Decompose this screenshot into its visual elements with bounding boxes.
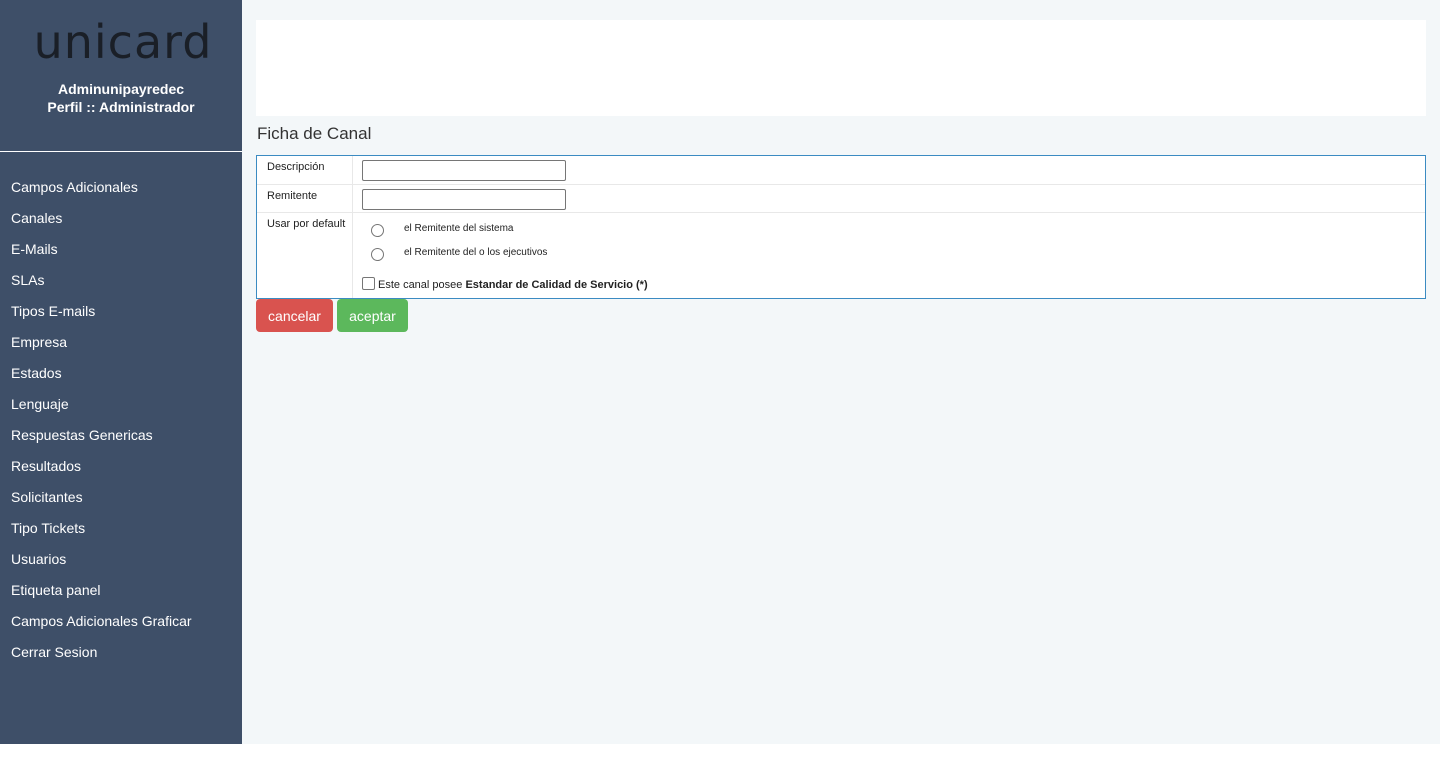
remitente-ejecutivos-label: el Remitente del o los ejecutivos — [404, 247, 548, 258]
header-banner — [256, 20, 1426, 116]
sidebar-item-campos-adicionales-graficar[interactable]: Campos Adicionales Graficar — [0, 606, 242, 637]
page-title: Ficha de Canal — [257, 124, 372, 143]
sidebar-item-tipo-tickets[interactable]: Tipo Tickets — [0, 513, 242, 544]
app-window: unicard Adminunipayredec Perfil :: Admin… — [0, 0, 1440, 744]
sidebar-item-usuarios[interactable]: Usuarios — [0, 544, 242, 575]
remitente-sistema-radio[interactable] — [371, 224, 384, 237]
remitente-sistema-label: el Remitente del sistema — [404, 223, 514, 234]
sidebar-item-solicitantes[interactable]: Solicitantes — [0, 482, 242, 513]
sidebar-item-lenguaje[interactable]: Lenguaje — [0, 389, 242, 420]
sla-label-prefix: Este canal posee — [378, 279, 466, 291]
sidebar-menu: Campos Adicionales Canales E-Mails SLAs … — [0, 172, 242, 668]
sla-checkbox[interactable] — [362, 277, 375, 290]
sidebar-item-resultados[interactable]: Resultados — [0, 451, 242, 482]
user-name: Adminunipayredec — [57, 81, 185, 97]
sidebar-item-etiqueta-panel[interactable]: Etiqueta panel — [0, 575, 242, 606]
cancel-button[interactable]: cancelar — [256, 299, 333, 332]
remitente-label: Remitente — [267, 190, 318, 202]
remitente-field[interactable] — [362, 189, 566, 210]
remitente-ejecutivos-radio[interactable] — [371, 248, 384, 261]
sidebar-item-canales[interactable]: Canales — [0, 203, 242, 234]
sidebar-item-cerrar-sesion[interactable]: Cerrar Sesion — [0, 637, 242, 668]
descripcion-field[interactable] — [362, 160, 566, 181]
sidebar-item-campos-adicionales[interactable]: Campos Adicionales — [0, 172, 242, 203]
sidebar-item-estados[interactable]: Estados — [0, 358, 242, 389]
sidebar-item-respuestas-genericas[interactable]: Respuestas Genericas — [0, 420, 242, 451]
sla-checkbox-label: Este canal posee Estandar de Calidad de … — [378, 279, 648, 291]
usar-por-default-label: Usar por default — [267, 218, 346, 230]
sla-label-bold: Estandar de Calidad de Servicio (*) — [465, 279, 648, 291]
channel-form: Descripción Remitente Usar por default e… — [256, 155, 1426, 299]
row-divider — [257, 184, 1425, 185]
sidebar-item-tipos-emails[interactable]: Tipos E-mails — [0, 296, 242, 327]
accept-button[interactable]: aceptar — [337, 299, 408, 332]
sidebar-item-empresa[interactable]: Empresa — [0, 327, 242, 358]
sidebar-divider — [0, 151, 242, 152]
user-profile: Perfil :: Administrador — [47, 99, 195, 115]
descripcion-label: Descripción — [267, 161, 325, 173]
user-info: Adminunipayredec Perfil :: Administrador — [0, 80, 242, 116]
brand-logo: unicard — [33, 15, 213, 69]
sidebar: unicard Adminunipayredec Perfil :: Admin… — [0, 0, 242, 744]
sidebar-item-slas[interactable]: SLAs — [0, 265, 242, 296]
row-divider — [257, 212, 1425, 213]
sidebar-item-emails[interactable]: E-Mails — [0, 234, 242, 265]
